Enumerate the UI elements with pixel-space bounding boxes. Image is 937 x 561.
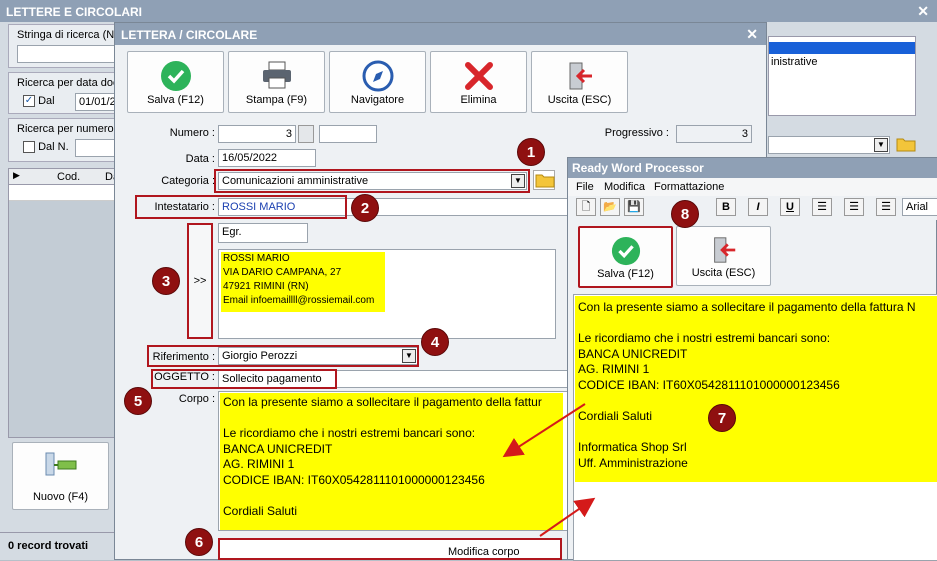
- annotation-arrows: [502, 403, 596, 537]
- callout-badge-5: 5: [124, 387, 152, 415]
- arrow-to-body: [502, 403, 586, 458]
- callout-badge-4: 4: [421, 328, 449, 356]
- callout-badge-1: 1: [517, 138, 545, 166]
- callout-badge-7: 7: [708, 404, 736, 432]
- callout-badge-8: 8: [671, 200, 699, 228]
- callout-badge-2: 2: [351, 194, 379, 222]
- callout-badge-6: 6: [185, 528, 213, 556]
- callout-badge-3: 3: [152, 267, 180, 295]
- arrow-to-editor: [539, 497, 596, 537]
